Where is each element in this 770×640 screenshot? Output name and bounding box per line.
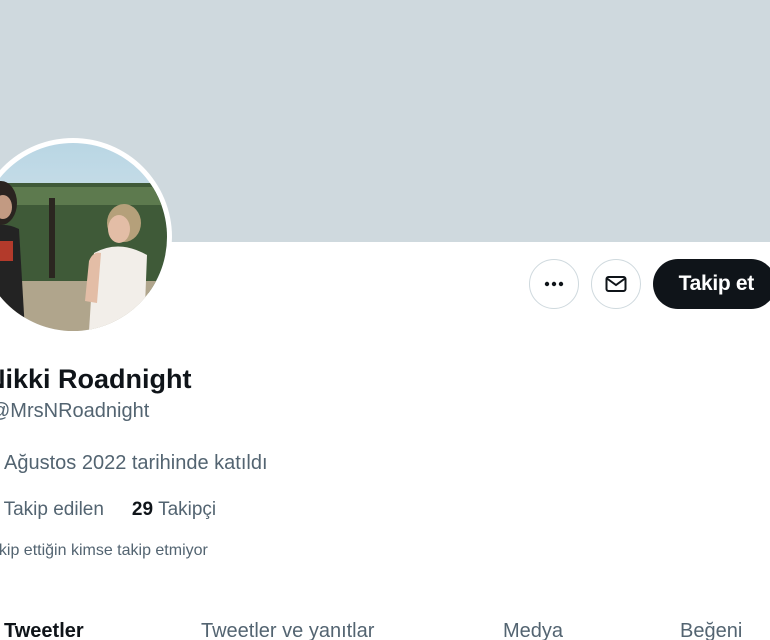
follow-button[interactable]: Takip et (652, 259, 770, 309)
followers-label[interactable]: Takipçi (158, 499, 216, 521)
more-button[interactable] (528, 259, 579, 309)
envelope-icon (605, 276, 627, 292)
following-label[interactable]: Takip edilen (4, 499, 104, 521)
profile-handle: @MrsNRoadnight (0, 400, 150, 422)
tab-likes[interactable]: Beğeni (680, 620, 742, 640)
profile-page: Takip et Nikki Roadnight @MrsNRoadnight … (0, 0, 770, 640)
profile-actions: Takip et (528, 259, 770, 309)
followers-count[interactable]: 29 (132, 499, 153, 521)
profile-name: Nikki Roadnight (0, 364, 192, 394)
tab-media[interactable]: Medya (503, 620, 563, 640)
tab-tweets-and-replies[interactable]: Tweetler ve yanıtlar (201, 620, 374, 640)
follow-button-label: Takip et (678, 272, 755, 295)
avatar[interactable] (0, 143, 167, 331)
tab-tweets[interactable]: Tweetler (4, 620, 84, 640)
more-horizontal-icon (544, 281, 563, 287)
profile-tabs: Tweetler Tweetler ve yanıtlar Medya Beğe… (0, 612, 770, 640)
followed-by-note: Takip ettiğin kimse takip etmiyor (0, 542, 208, 559)
join-date: Ağustos 2022 tarihinde katıldı (0, 452, 268, 475)
message-button[interactable] (590, 259, 641, 309)
join-date-text: Ağustos 2022 tarihinde katıldı (4, 452, 268, 474)
follow-stats: 0 Takip edilen 29 Takipçi (0, 499, 217, 521)
